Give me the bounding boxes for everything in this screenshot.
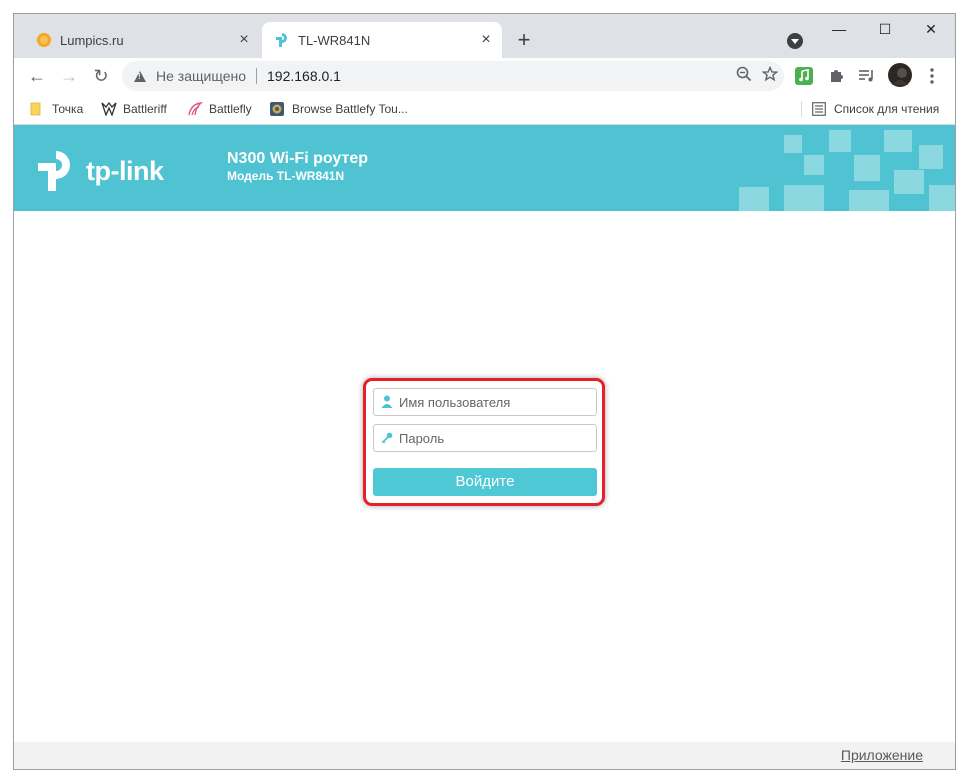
star-icon[interactable]: [761, 65, 779, 87]
user-icon: [381, 395, 393, 409]
decor-square: [784, 185, 824, 211]
username-input[interactable]: [399, 394, 589, 410]
bookmark-label: Точка: [52, 102, 84, 116]
decor-square: [784, 135, 802, 153]
page-content: tp-link N300 Wi-Fi роутер Модель TL-WR84…: [14, 125, 955, 769]
zoom-icon[interactable]: [736, 66, 752, 87]
tab-tl-wr841n[interactable]: TL-WR841N ×: [262, 22, 502, 58]
bookmarks-bar: Точка Battleriff Battlefly Browse Battle…: [14, 94, 955, 125]
reading-list-label: Список для чтения: [834, 102, 940, 116]
reading-list-button[interactable]: Список для чтения: [812, 100, 939, 118]
bookmark-label: Battleriff: [123, 102, 167, 116]
avatar[interactable]: [888, 63, 912, 87]
address-bar[interactable]: Не защищено 192.168.0.1: [122, 61, 784, 91]
forward-icon[interactable]: →: [57, 64, 81, 88]
key-icon: [381, 431, 393, 445]
folder-icon: [30, 102, 44, 116]
bookmark-tochka[interactable]: Точка: [30, 100, 83, 118]
reading-list-icon: [812, 102, 826, 116]
app-link[interactable]: Приложение: [841, 747, 923, 763]
media-queue-icon[interactable]: [857, 66, 877, 86]
tab-search-button[interactable]: [787, 33, 803, 49]
bookmark-label: Browse Battlefy Tou...: [292, 102, 408, 116]
back-icon[interactable]: ←: [25, 64, 49, 88]
decor-square: [849, 190, 889, 211]
tplink-favicon: [274, 32, 290, 48]
divider: [256, 68, 257, 84]
battlefy-icon: [270, 102, 284, 116]
url-text[interactable]: 192.168.0.1: [267, 68, 341, 84]
login-form: Войдите: [363, 378, 605, 506]
puzzle-icon[interactable]: [826, 66, 846, 86]
password-field[interactable]: [373, 424, 597, 452]
bookmark-battlefly[interactable]: Battlefly: [187, 100, 252, 118]
divider: [801, 101, 802, 117]
tplink-logo-icon: [38, 151, 70, 191]
decor-square: [884, 130, 912, 152]
login-button[interactable]: Войдите: [373, 468, 597, 496]
bookmark-battlefy[interactable]: Browse Battlefy Tou...: [270, 100, 408, 118]
browser-window: Lumpics.ru × TL-WR841N × + — ☐ ✕ ← → ↻ Н…: [14, 14, 955, 769]
battleriff-icon: [101, 101, 117, 117]
bookmark-label: Battlefly: [209, 102, 252, 116]
password-input[interactable]: [399, 430, 589, 446]
close-window-button[interactable]: ✕: [908, 14, 954, 44]
logo-text: tp-link: [86, 155, 164, 186]
warning-icon[interactable]: [134, 70, 146, 82]
decor-square: [919, 145, 943, 169]
reload-icon[interactable]: ↻: [89, 64, 113, 88]
plus-icon[interactable]: +: [512, 29, 536, 53]
tab-lumpics[interactable]: Lumpics.ru ×: [24, 22, 260, 58]
decor-square: [894, 170, 924, 194]
model-title: N300 Wi-Fi роутер: [227, 150, 369, 167]
kebab-menu-icon[interactable]: [922, 66, 942, 86]
toolbar: ← → ↻ Не защищено 192.168.0.1: [14, 58, 955, 94]
username-field[interactable]: [373, 388, 597, 416]
decor-square: [854, 155, 880, 181]
battlefly-icon: [187, 102, 204, 116]
close-icon[interactable]: ×: [476, 30, 496, 50]
security-label[interactable]: Не защищено: [156, 68, 246, 84]
maximize-button[interactable]: ☐: [862, 14, 908, 44]
model-subtitle: Модель TL-WR841N: [227, 169, 345, 183]
header-banner: tp-link N300 Wi-Fi роутер Модель TL-WR84…: [14, 125, 955, 211]
decor-square: [929, 185, 955, 211]
close-icon[interactable]: ×: [234, 30, 254, 50]
music-extension-icon[interactable]: [794, 66, 814, 86]
tab-title: Lumpics.ru: [60, 32, 124, 48]
decor-square: [829, 130, 851, 152]
bookmark-battleriff[interactable]: Battleriff: [101, 100, 167, 118]
minimize-button[interactable]: —: [816, 14, 862, 44]
tab-title: TL-WR841N: [298, 32, 371, 48]
tplink-logo: tp-link: [36, 149, 164, 193]
decor-square: [739, 187, 769, 211]
lumpics-favicon: [36, 32, 52, 48]
page-footer: Приложение: [14, 742, 955, 769]
tab-strip: Lumpics.ru × TL-WR841N × + — ☐ ✕: [14, 14, 955, 58]
decor-square: [804, 155, 824, 175]
